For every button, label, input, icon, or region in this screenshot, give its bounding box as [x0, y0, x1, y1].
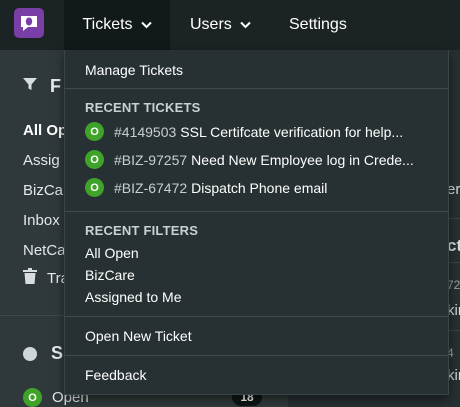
ticket-id: #BIZ-67472 [114, 179, 188, 196]
recent-ticket-item[interactable]: O #BIZ-67472 Dispatch Phone email [85, 178, 430, 197]
ticket-title: Dispatch Phone email [191, 179, 328, 196]
open-status-badge: O [85, 178, 104, 197]
filter-icon [22, 76, 38, 97]
menu-divider [65, 88, 448, 89]
nav-users-label: Users [190, 16, 232, 33]
recent-filter-item[interactable]: Assigned to Me [85, 289, 182, 305]
menu-divider [65, 355, 448, 356]
recent-filter-item[interactable]: All Open [85, 245, 139, 261]
open-new-ticket-item[interactable]: Open New Ticket [85, 328, 192, 344]
app-logo[interactable] [14, 8, 44, 38]
nav-users[interactable]: Users [190, 0, 251, 50]
top-nav: Tickets Users Settings [0, 0, 460, 50]
filter-item[interactable]: Inbox [23, 212, 60, 229]
ticket-title: Need New Employee log in Crede... [191, 151, 414, 168]
nav-settings-label: Settings [289, 16, 347, 33]
status-dot-icon [23, 346, 37, 361]
nav-tickets[interactable]: Tickets [64, 0, 170, 50]
menu-divider [65, 211, 448, 212]
nav-settings[interactable]: Settings [289, 0, 347, 50]
filters-header-label: F [50, 76, 61, 96]
recent-filter-item[interactable]: BizCare [85, 267, 135, 283]
recent-filters-header: RECENT FILTERS [85, 223, 199, 238]
ticket-id: #4149503 [114, 123, 177, 140]
filter-item[interactable]: NetCa [23, 242, 66, 259]
status-header-label: S [51, 343, 64, 363]
recent-ticket-item[interactable]: O #BIZ-97257 Need New Employee log in Cr… [85, 150, 430, 169]
chevron-down-icon [140, 21, 152, 29]
filter-item[interactable]: All Op [23, 122, 67, 139]
menu-divider [65, 316, 448, 317]
tickets-dropdown-menu: Manage Tickets RECENT TICKETS O #4149503… [64, 50, 449, 395]
open-status-badge: O [23, 388, 42, 407]
trash-item[interactable]: Tra [23, 268, 69, 288]
open-status-badge: O [85, 122, 104, 141]
recent-ticket-item[interactable]: O #4149503 SSL Certifcate verification f… [85, 122, 430, 141]
recent-tickets-header: RECENT TICKETS [85, 100, 201, 115]
ticket-id: #BIZ-97257 [114, 151, 188, 168]
ticket-title: SSL Certifcate verification for help... [180, 123, 404, 140]
filter-item[interactable]: Assig [23, 152, 60, 169]
manage-tickets-item[interactable]: Manage Tickets [85, 62, 183, 78]
status-header: S [23, 343, 63, 364]
filters-header: F [22, 76, 61, 97]
open-status-badge: O [85, 150, 104, 169]
chevron-down-icon [240, 21, 251, 29]
feedback-item[interactable]: Feedback [85, 367, 146, 383]
nav-tickets-label: Tickets [82, 16, 133, 33]
trash-icon [23, 268, 37, 288]
chat-bubble-icon [21, 16, 37, 31]
filter-item[interactable]: BizCa [23, 182, 63, 199]
